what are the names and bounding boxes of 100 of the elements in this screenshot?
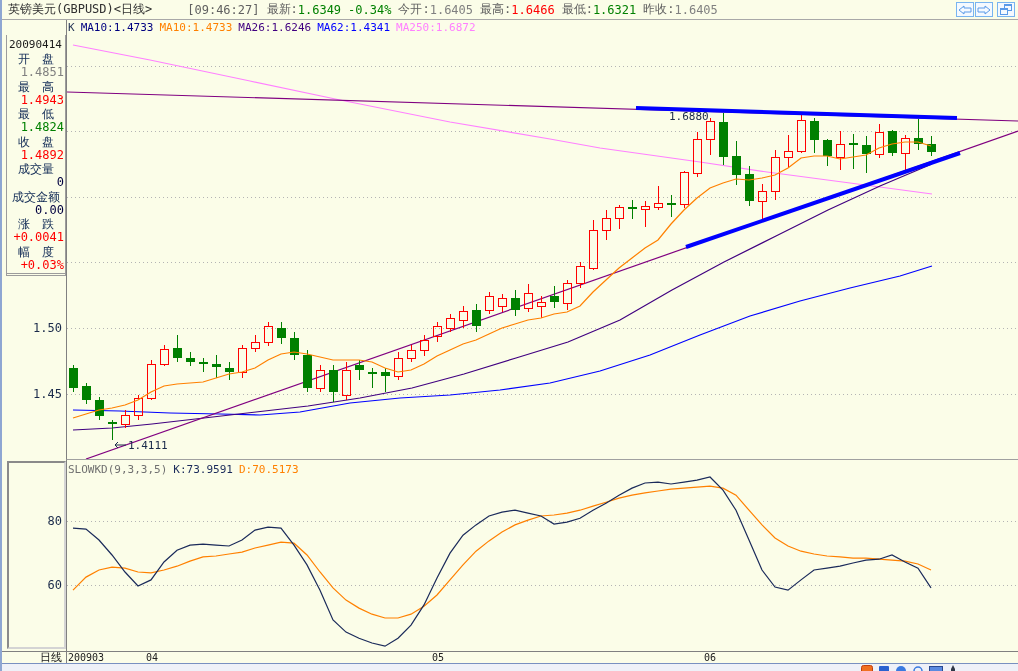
candlestick — [264, 321, 273, 347]
quote-label: 最新: — [266, 1, 298, 18]
indicator-axis-label: 80 — [47, 514, 62, 529]
candlestick — [771, 149, 780, 201]
info-label: 成交金额 — [10, 189, 61, 204]
quote-label: 昨收: — [643, 1, 675, 18]
quote-label: 最高: — [480, 1, 512, 18]
date-axis-label: 05 — [432, 652, 445, 663]
candlestick — [784, 134, 793, 168]
candlestick — [758, 183, 767, 221]
candlestick — [888, 129, 897, 157]
candlestick — [329, 364, 338, 403]
period-label: 日线 — [40, 652, 62, 663]
candlestick — [69, 364, 78, 393]
change-value: -0.34% — [348, 2, 392, 17]
info-label: 收 盘 — [16, 134, 55, 149]
candlestick — [576, 261, 585, 289]
info-value: 1.4943 — [20, 93, 64, 107]
quote-value: 1.6405 — [429, 2, 474, 17]
date-axis-label: 200903 — [68, 652, 105, 663]
candlestick — [745, 165, 754, 207]
legend-label: MA10:1.4733 — [159, 21, 233, 34]
legend-label: D:70.5173 — [238, 463, 299, 476]
candlestick — [732, 140, 741, 186]
info-date: 20090414 — [8, 38, 63, 52]
candlestick — [381, 367, 390, 393]
candlestick — [927, 135, 936, 157]
low-price-label: 1.4111 — [128, 439, 168, 452]
high-price-label: 1.6880 — [669, 110, 709, 123]
quote-value: 1.6466 — [511, 2, 555, 17]
candlestick — [459, 305, 468, 329]
candlestick — [654, 185, 663, 211]
candlestick — [82, 382, 91, 405]
left-arrow-icon — [114, 441, 127, 449]
candlestick — [95, 396, 104, 421]
candlestick — [810, 117, 819, 154]
date-axis-label: 04 — [146, 652, 159, 663]
quote-label: 最低: — [561, 1, 593, 18]
candlestick — [797, 114, 806, 154]
info-label: 涨 跌 — [16, 217, 55, 231]
info-label: 最 低 — [16, 107, 55, 121]
candlestick — [108, 419, 117, 441]
info-value: 1.4892 — [20, 148, 64, 162]
candlestick — [446, 313, 455, 333]
candlestick — [615, 204, 624, 230]
candlestick — [563, 279, 572, 311]
candlestick — [680, 170, 689, 209]
candlestick — [589, 219, 598, 271]
candlestick — [641, 200, 650, 228]
info-value: 1.4824 — [19, 121, 64, 135]
candlestick — [394, 351, 403, 381]
candlestick — [433, 321, 442, 343]
candlestick — [823, 138, 832, 167]
candlestick — [160, 344, 169, 367]
restore-button[interactable] — [997, 2, 1015, 17]
date-axis-label: 06 — [704, 652, 717, 663]
legend-label: MA26:1.6246 — [238, 21, 312, 34]
indicator-title: SLOWKD(9,3,3,5) — [68, 463, 168, 476]
candlestick — [719, 112, 728, 166]
candlestick — [628, 199, 637, 220]
candlestick — [901, 134, 910, 172]
candlestick — [420, 334, 429, 357]
info-value: +0.03% — [20, 258, 64, 272]
info-value: +0.0041 — [12, 231, 64, 245]
candlestick — [706, 117, 715, 156]
legend-label: K:73.9591 — [173, 463, 233, 476]
left-arrow-icon — [958, 4, 972, 15]
candlestick — [303, 349, 312, 393]
candlestick — [537, 295, 546, 319]
chart-type-label: K — [68, 21, 75, 34]
candlestick — [121, 409, 130, 429]
price-axis-label: 1.45 — [33, 387, 62, 401]
candlestick — [173, 334, 182, 363]
candlestick — [225, 361, 234, 381]
candlestick — [290, 331, 299, 361]
right-arrow-icon — [977, 4, 991, 15]
candlestick — [875, 123, 884, 159]
quote-value: 1.6349 — [297, 2, 342, 17]
candlestick — [914, 118, 923, 151]
candlestick — [186, 351, 195, 367]
candlestick — [550, 285, 559, 309]
info-value: 0.00 — [35, 203, 64, 217]
quote-time: [09:46:27] — [187, 2, 260, 17]
candlestick — [693, 131, 702, 178]
candlestick — [212, 354, 221, 379]
candlestick — [511, 289, 520, 317]
forward-button[interactable] — [975, 2, 993, 17]
candlestick — [368, 367, 377, 389]
back-button[interactable] — [956, 2, 974, 17]
candlestick — [277, 321, 286, 345]
candlestick — [355, 359, 364, 381]
candlestick — [862, 135, 871, 174]
restore-window-icon — [1000, 4, 1012, 15]
candlestick — [667, 194, 676, 218]
legend-label: MA250:1.6872 — [396, 21, 476, 34]
candlestick — [147, 359, 156, 401]
candlestick — [836, 130, 845, 171]
legend-label: MA10:1.4733 — [80, 21, 154, 34]
legend-label: MA62:1.4341 — [317, 21, 391, 34]
candlestick — [251, 334, 260, 353]
